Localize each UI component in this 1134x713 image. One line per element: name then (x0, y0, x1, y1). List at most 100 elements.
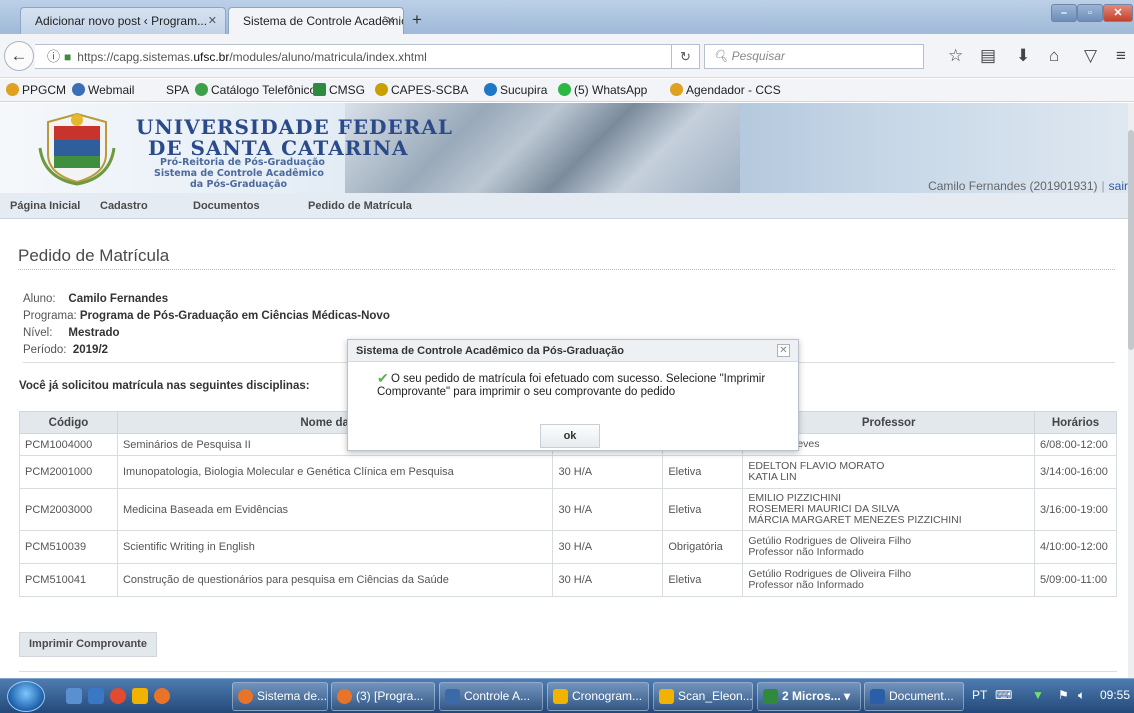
cell-schedule: 3/16:00-19:00 (1034, 488, 1117, 531)
title-divider (18, 269, 1115, 270)
section-label: Você já solicitou matrícula nas seguinte… (19, 380, 310, 392)
user-name: Camilo Fernandes (201901931) (928, 179, 1098, 193)
capes-icon (375, 83, 388, 96)
task-scan[interactable]: Scan_Eleon... (653, 682, 753, 711)
library-icon[interactable]: ▤ (980, 47, 996, 65)
cell-code: PCM2001000 (19, 455, 118, 489)
cell-type: Eletiva (662, 563, 744, 597)
show-desktop-icon[interactable] (66, 688, 82, 704)
ok-button[interactable]: ok (540, 424, 600, 448)
success-dialog: Sistema de Controle Acadêmico da Pós-Gra… (347, 339, 799, 451)
clock[interactable]: 09:55 (1100, 688, 1130, 702)
cell-professor: Getúlio Rodrigues de Oliveira Filho Profe… (742, 530, 1035, 564)
task-sistema[interactable]: Sistema de... (232, 682, 328, 711)
media-icon[interactable] (132, 688, 148, 704)
bookmark-agendador[interactable]: Agendador - CCS (670, 83, 781, 97)
task-cronograma[interactable]: Cronogram... (547, 682, 649, 711)
search-input[interactable]: 🔍︎ Pesquisar (704, 44, 924, 69)
tab-sistema-controle[interactable]: Sistema de Controle Acadêmic... ✕ (228, 7, 404, 34)
table-row: PCM2001000 Imunopatologia, Biologia Mole… (19, 455, 1117, 489)
windows-taskbar: Sistema de... (3) [Progra... Controle A.… (0, 678, 1134, 713)
lock-icon: ■ (64, 50, 72, 64)
bookmark-capes[interactable]: CAPES-SCBA (375, 83, 468, 97)
cell-professor: EDELTON FLAVIO MORATO KATIA LIN (742, 455, 1035, 489)
logout-link[interactable]: sair (1109, 179, 1128, 193)
separator: | (1101, 179, 1105, 193)
minimize-icon[interactable]: – (1051, 4, 1077, 22)
start-button[interactable] (7, 681, 45, 712)
cell-code: PCM510039 (19, 530, 118, 564)
print-receipt-button[interactable]: Imprimir Comprovante (19, 632, 157, 657)
cell-schedule: 5/09:00-11:00 (1034, 563, 1117, 597)
network-icon[interactable]: ▼ (1032, 688, 1044, 702)
reload-icon[interactable]: ↻ (672, 44, 700, 69)
bookmark-sucupira[interactable]: Sucupira (484, 83, 547, 97)
close-icon[interactable]: ✕ (386, 14, 395, 27)
window-close-icon[interactable]: ✕ (1103, 4, 1133, 22)
download-icon[interactable]: ⬇ (1016, 47, 1030, 65)
info-programa: Programa: Programa de Pós-Graduação em C… (23, 310, 390, 322)
maximize-icon[interactable]: ▫ (1077, 4, 1103, 22)
home-icon[interactable]: ⌂ (1049, 47, 1059, 65)
dialog-title: Sistema de Controle Acadêmico da Pós-Gra… (356, 345, 624, 357)
tab-label: Sistema de Controle Acadêmic... (243, 14, 404, 28)
new-tab-plus-icon[interactable]: + (412, 11, 422, 28)
volume-icon[interactable]: 🔈︎ (1078, 688, 1085, 703)
cell-schedule: 4/10:00-12:00 (1034, 530, 1117, 564)
bookmark-whatsapp[interactable]: (5) WhatsApp (558, 83, 647, 97)
word-icon (870, 689, 885, 704)
pocket-icon[interactable]: ▽ (1084, 47, 1097, 65)
url-text: https://capg.sistemas.ufsc.br/modules/al… (77, 50, 427, 64)
main-menu: Página Inicial Cadastro Documentos Pedid… (0, 193, 1128, 219)
tab-adicionar-post[interactable]: Adicionar novo post ‹ Program... ✕ (20, 7, 226, 34)
chrome-icon[interactable] (110, 688, 126, 704)
bookmark-ppgcm[interactable]: PPGCM (6, 83, 66, 97)
cell-type: Obrigatória (662, 530, 744, 564)
firefox-icon[interactable] (154, 688, 170, 704)
table-row: PCM510039 Scientific Writing in English … (19, 530, 1117, 564)
bookmark-spa[interactable]: SPA (166, 83, 189, 97)
globe-icon (195, 83, 208, 96)
header-banner: UNIVERSIDADE FEDERAL DE SANTA CATARINA P… (0, 103, 1128, 193)
cell-name: Scientific Writing in English (116, 530, 554, 564)
header-codigo: Código (19, 411, 118, 434)
scrollbar-thumb[interactable] (1128, 130, 1134, 350)
url-bar[interactable]: ⓘ ■ https://capg.sistemas.ufsc.br/modules/… (35, 44, 672, 69)
banner-subtitle-3: da Pós-Graduação (190, 179, 288, 190)
info-icon[interactable]: ⓘ (47, 49, 60, 64)
cell-type: Eletiva (662, 455, 744, 489)
bookmark-cmsg[interactable]: CMSG (313, 83, 365, 97)
keyboard-icon[interactable]: ⌨ (995, 688, 1012, 702)
bookmarks-bar: PPGCM Webmail SPA Catálogo Telefônico CM… (0, 79, 1134, 102)
window-icon (445, 689, 460, 704)
close-icon[interactable]: ✕ (777, 344, 790, 357)
task-controle[interactable]: Controle A... (439, 682, 543, 711)
bookmark-webmail[interactable]: Webmail (72, 83, 134, 97)
bookmark-catalogo[interactable]: Catálogo Telefônico (195, 83, 316, 97)
menu-pedido-matricula[interactable]: Pedido de Matrícula (308, 200, 412, 212)
flag-icon[interactable]: ⚑ (1058, 688, 1069, 702)
task-microsoft[interactable]: 2 Micros... ▾ (757, 682, 861, 711)
bottom-divider (19, 671, 1117, 672)
menu-hamburger-icon[interactable]: ≡ (1116, 47, 1126, 65)
cell-code: PCM1004000 (19, 433, 118, 456)
task-programa[interactable]: (3) [Progra... (331, 682, 435, 711)
explorer-icon[interactable] (88, 688, 104, 704)
ufsc-crest-logo (38, 112, 116, 186)
close-icon[interactable]: ✕ (208, 14, 217, 27)
back-arrow-icon[interactable]: ← (4, 41, 34, 71)
menu-pagina-inicial[interactable]: Página Inicial (10, 200, 80, 212)
excel-icon (763, 689, 778, 704)
info-nivel: Nível: Mestrado (23, 327, 120, 339)
page-title: Pedido de Matrícula (18, 246, 170, 265)
task-document[interactable]: Document... (864, 682, 964, 711)
cell-schedule: 6/08:00-12:00 (1034, 433, 1117, 456)
tab-label: Adicionar novo post ‹ Program... (35, 14, 208, 28)
dialog-message: O seu pedido de matrícula foi efetuado c… (377, 373, 766, 398)
info-periodo: Período: 2019/2 (23, 344, 109, 356)
firefox-icon (337, 689, 352, 704)
language-indicator[interactable]: PT (972, 688, 987, 702)
menu-cadastro[interactable]: Cadastro (100, 200, 148, 212)
menu-documentos[interactable]: Documentos (193, 200, 260, 212)
bookmark-star-icon[interactable]: ☆ (948, 47, 963, 65)
